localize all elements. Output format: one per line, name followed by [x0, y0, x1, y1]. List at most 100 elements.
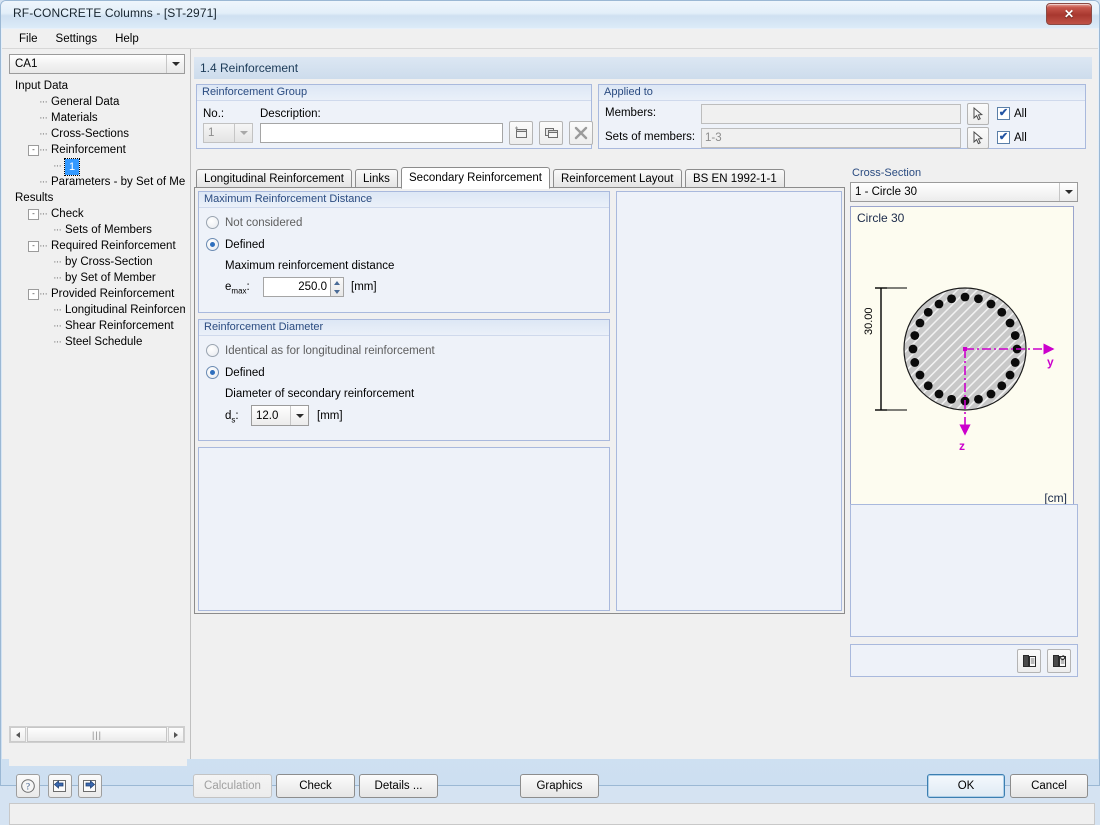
tree-connector: ···: [53, 336, 62, 348]
previous-arrow-icon[interactable]: [48, 774, 72, 798]
tree-item[interactable]: ···Longitudinal Reinforcement: [9, 302, 185, 318]
chevron-down-icon: [290, 406, 308, 425]
menu-file[interactable]: File: [10, 31, 47, 47]
scroll-left-icon[interactable]: [10, 727, 26, 742]
tree-item[interactable]: ··· Shear Reinforcement: [9, 318, 185, 334]
cross-section-legend: Cross-Section: [852, 167, 922, 179]
design-case-combo[interactable]: CA1: [9, 54, 185, 74]
tree-expander-icon[interactable]: -: [28, 145, 39, 156]
sets-all-checkbox-wrap[interactable]: ✔ All: [997, 131, 1027, 144]
tree-item[interactable]: - ··· Provided Reinforcement: [9, 286, 185, 302]
tree-item[interactable]: ··· Cross-Sections: [9, 126, 185, 142]
chevron-down-icon: [1059, 183, 1077, 201]
tab-strip: Longitudinal Reinforcement Links Secondary…: [194, 167, 845, 189]
navigator-tree[interactable]: Input Data ··· General Data ··· Materials ···…: [9, 78, 185, 724]
tree-item[interactable]: - ··· Check: [9, 206, 185, 222]
tree-item-label: 1: [63, 158, 81, 176]
spinner-down-icon[interactable]: [331, 287, 343, 296]
chevron-down-icon: [234, 124, 252, 142]
emax-input[interactable]: [263, 277, 331, 297]
sets-all-checkbox[interactable]: ✔: [997, 131, 1010, 144]
description-input[interactable]: [260, 123, 503, 143]
tab-secondary-reinforcement[interactable]: Secondary Reinforcement: [401, 167, 550, 189]
next-arrow-icon[interactable]: [78, 774, 102, 798]
tree-connector: ···: [39, 96, 48, 108]
graphics-button[interactable]: Graphics: [520, 774, 599, 798]
radio-defined[interactable]: [206, 238, 219, 251]
description-label: Description:: [260, 108, 321, 120]
tree-item[interactable]: ···Parameters - by Set of Members: [9, 174, 185, 190]
diameter-box: Reinforcement Diameter Identical as for …: [198, 319, 610, 441]
tree-connector: ···: [53, 256, 62, 268]
menu-settings[interactable]: Settings: [47, 31, 107, 47]
radio-not-considered[interactable]: [206, 216, 219, 229]
tree-expander-icon[interactable]: -: [28, 209, 39, 220]
delete-x-icon[interactable]: [569, 121, 593, 145]
members-input[interactable]: [701, 104, 961, 124]
diameter-option-identical[interactable]: Identical as for longitudinal reinforcem…: [206, 344, 435, 357]
members-label: Members:: [605, 107, 657, 119]
tab-bs-en-1992-1-1[interactable]: BS EN 1992-1-1: [685, 169, 785, 188]
pick-cursor-icon[interactable]: [967, 127, 989, 149]
sets-input[interactable]: [701, 128, 961, 148]
cancel-button[interactable]: Cancel: [1010, 774, 1088, 798]
ok-button[interactable]: OK: [927, 774, 1005, 798]
scroll-right-icon[interactable]: [168, 727, 184, 742]
tree-item-label: Results: [15, 192, 54, 204]
ds-combo[interactable]: 12.0: [251, 405, 309, 426]
tree-expander-icon[interactable]: -: [28, 289, 39, 300]
calculation-button[interactable]: Calculation: [193, 774, 272, 798]
tree-item[interactable]: Input Data: [9, 78, 185, 94]
cross-section-svg: [875, 287, 1055, 436]
members-all-checkbox[interactable]: ✔: [997, 107, 1010, 120]
tree-item[interactable]: ··· Sets of Members: [9, 222, 185, 238]
tree-item[interactable]: ··· by Cross-Section: [9, 254, 185, 270]
tree-item[interactable]: Results: [9, 190, 185, 206]
tree-connector: ···: [39, 176, 48, 188]
tree-item[interactable]: ··· by Set of Member: [9, 270, 185, 286]
tree-item[interactable]: - ··· Reinforcement: [9, 142, 185, 158]
diameter-option-defined[interactable]: Defined: [206, 366, 265, 379]
check-button[interactable]: Check: [276, 774, 355, 798]
tab-longitudinal-reinforcement[interactable]: Longitudinal Reinforcement: [196, 169, 353, 188]
tree-connector: ···: [39, 288, 48, 300]
navigator-horizontal-scrollbar[interactable]: |||: [9, 726, 185, 743]
max-distance-option-not-considered[interactable]: Not considered: [206, 216, 302, 229]
tree-expander-icon[interactable]: -: [28, 241, 39, 252]
lower-left-empty-pane: [198, 447, 610, 611]
members-all-checkbox-wrap[interactable]: ✔ All: [997, 107, 1027, 120]
tree-item[interactable]: - ··· Required Reinforcement: [9, 238, 185, 254]
scrollbar-thumb[interactable]: |||: [27, 727, 167, 742]
view-detail-icon[interactable]: [1017, 649, 1041, 673]
copy-window-icon[interactable]: [539, 121, 563, 145]
radio-identical-label: Identical as for longitudinal reinforcem…: [225, 344, 435, 357]
tree-item[interactable]: ··· 1: [9, 158, 185, 176]
spinner-up-icon[interactable]: [331, 278, 343, 287]
tab-reinforcement-layout[interactable]: Reinforcement Layout: [553, 169, 682, 188]
members-all-label: All: [1014, 107, 1027, 120]
radio-diameter-defined[interactable]: [206, 366, 219, 379]
menu-help[interactable]: Help: [106, 31, 148, 47]
tab-links[interactable]: Links: [355, 169, 398, 188]
help-question-icon[interactable]: ?: [16, 774, 40, 798]
tree-item[interactable]: ··· Steel Schedule: [9, 334, 185, 350]
reinforcement-group-no-combo[interactable]: 1: [203, 123, 253, 143]
cross-section-combo[interactable]: 1 - Circle 30: [850, 182, 1078, 202]
tab-panel-secondary-reinforcement: Maximum Reinforcement Distance Not consi…: [194, 187, 845, 614]
tree-item[interactable]: ··· General Data: [9, 94, 185, 110]
cross-section-dimension-label: 30.00: [863, 307, 875, 335]
max-distance-option-defined[interactable]: Defined: [206, 238, 265, 251]
view-detail-refresh-icon[interactable]: [1047, 649, 1071, 673]
new-window-icon[interactable]: [509, 121, 533, 145]
tree-connector: ···: [53, 272, 62, 284]
reinforcement-group-no-value: 1: [208, 127, 215, 139]
tree-item[interactable]: ··· Materials: [9, 110, 185, 126]
emax-spinner[interactable]: [331, 277, 344, 297]
cross-section-drawing[interactable]: Circle 30 [cm] 30.00 y z: [850, 206, 1074, 510]
radio-identical[interactable]: [206, 344, 219, 357]
details-button[interactable]: Details ...: [359, 774, 438, 798]
pick-cursor-icon[interactable]: [967, 103, 989, 125]
tree-item-label: Sets of Members: [65, 224, 152, 236]
window-title: RF-CONCRETE Columns - [ST-2971]: [13, 6, 217, 20]
close-icon[interactable]: ✕: [1046, 3, 1092, 25]
